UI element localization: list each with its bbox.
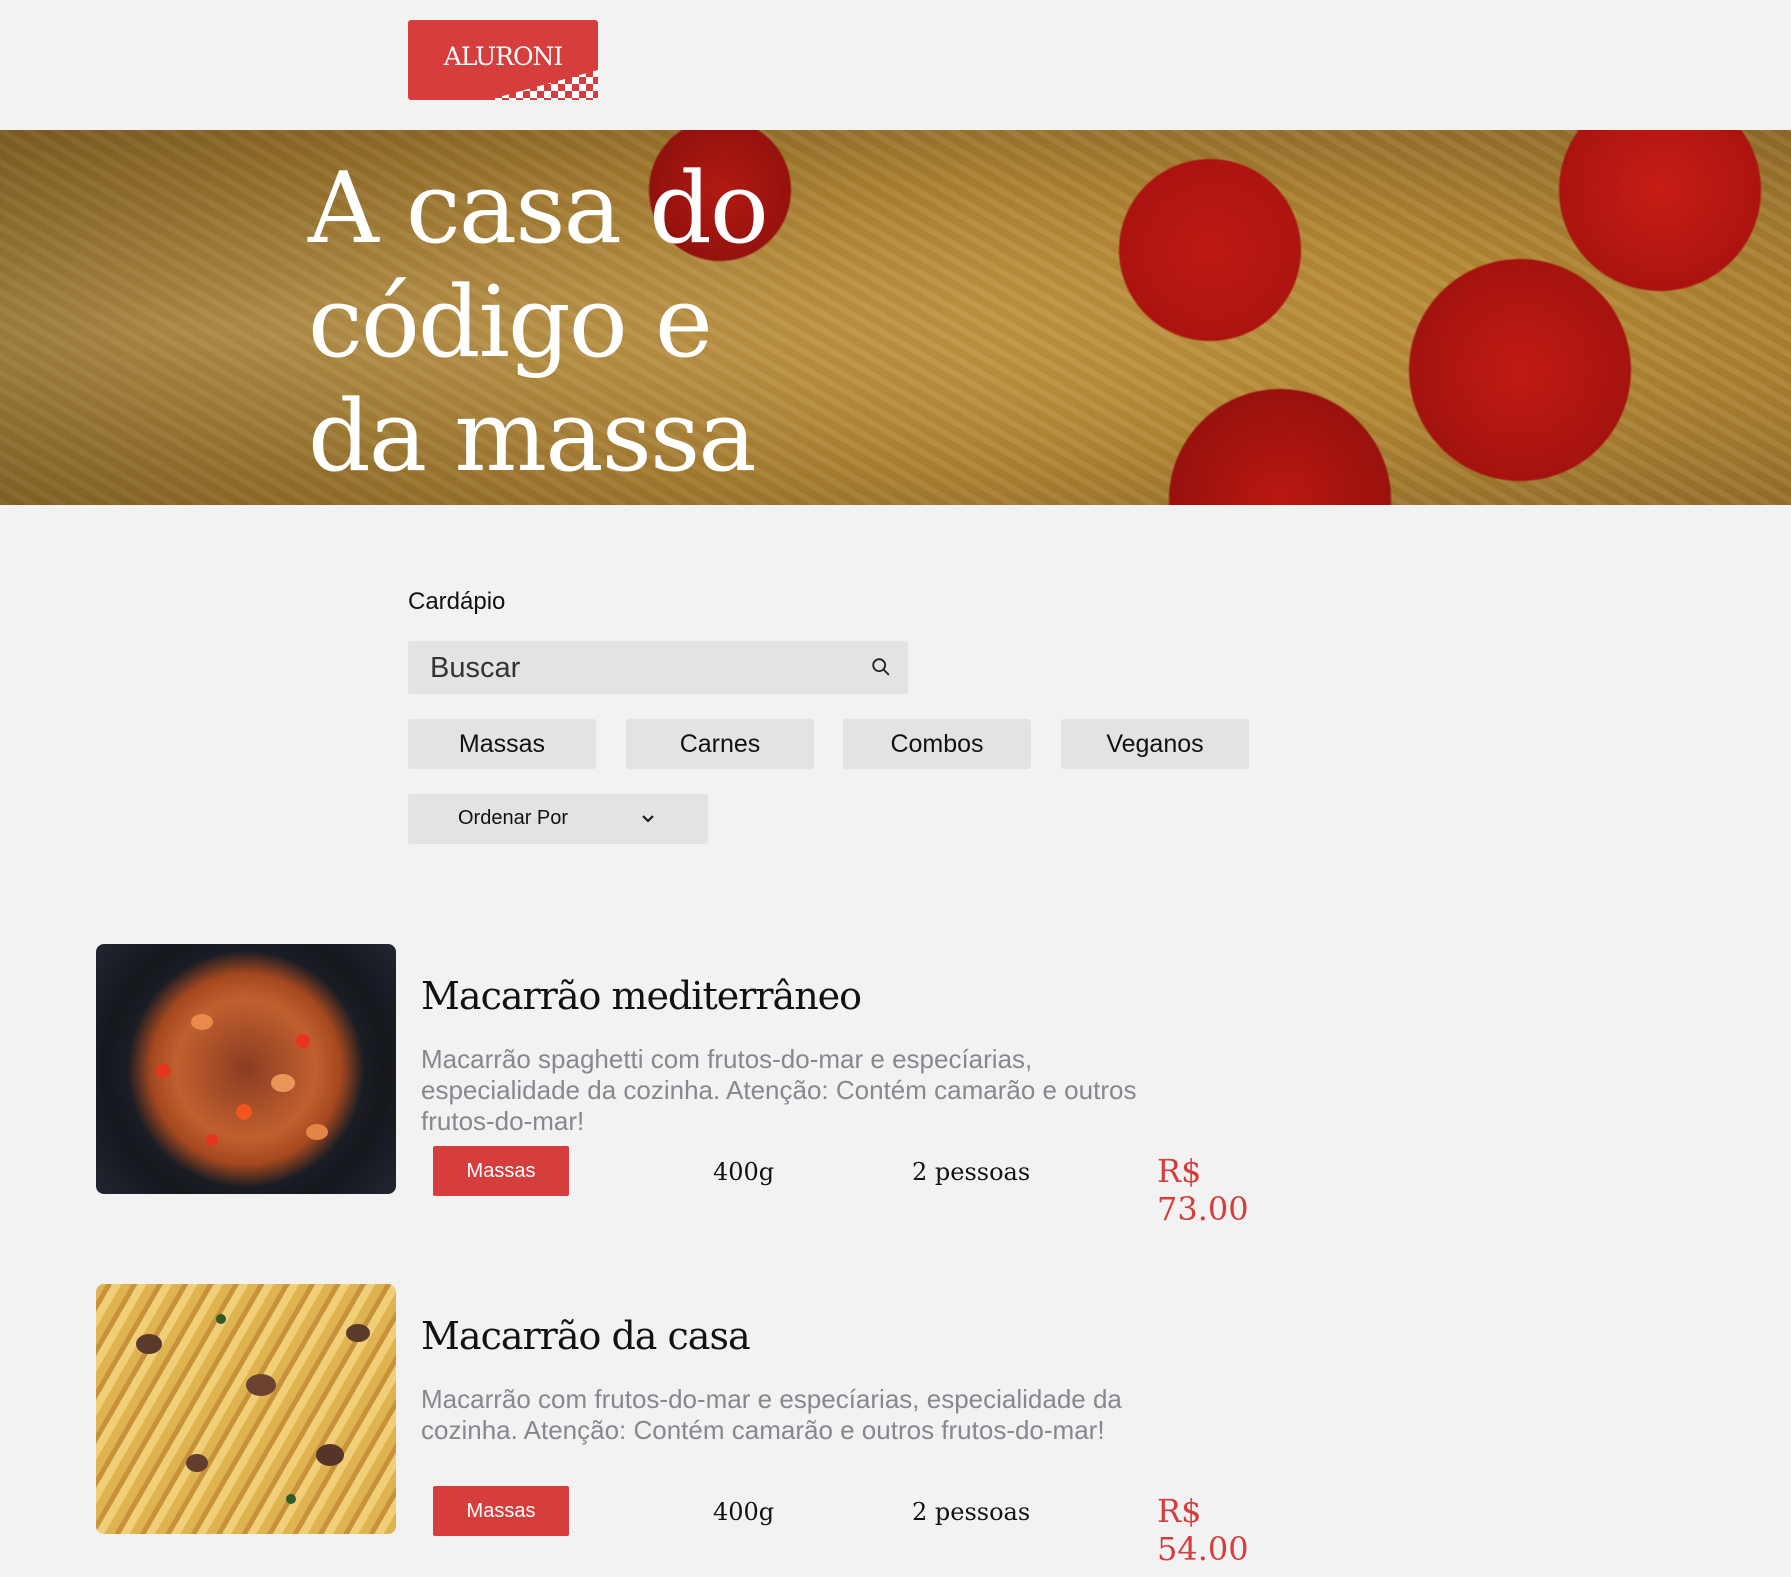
- category-carnes-button[interactable]: Carnes: [626, 719, 814, 769]
- site-header: ALURONI: [0, 0, 1791, 130]
- category-combos-button[interactable]: Combos: [843, 719, 1031, 769]
- item-servings: 2 pessoas: [912, 1158, 1031, 1186]
- menu-item-card[interactable]: Macarrão mediterrâneo Macarrão spaghetti…: [96, 944, 1296, 1228]
- sort-dropdown-label: Ordenar Por: [458, 807, 569, 829]
- search-icon[interactable]: [870, 656, 892, 678]
- item-price: R$ 54.00: [1157, 1492, 1249, 1568]
- item-servings: 2 pessoas: [912, 1498, 1031, 1526]
- item-title: Macarrão mediterrâneo: [421, 974, 862, 1018]
- category-massas-button[interactable]: Massas: [408, 719, 596, 769]
- hero-title: A casa do código e da massa: [308, 152, 769, 494]
- item-title: Macarrão da casa: [421, 1314, 751, 1358]
- hero-banner: A casa do código e da massa: [0, 130, 1791, 505]
- item-weight: 400g: [713, 1158, 775, 1186]
- sort-dropdown[interactable]: Ordenar Por: [408, 794, 708, 844]
- chevron-down-icon: [642, 815, 654, 823]
- item-category-badge: Massas: [433, 1146, 569, 1196]
- search-box: [408, 641, 908, 696]
- search-input[interactable]: [428, 641, 852, 696]
- hero-overlay: [0, 130, 1791, 505]
- dish-photo: [96, 1284, 396, 1534]
- category-veganos-button[interactable]: Veganos: [1061, 719, 1249, 769]
- menu-section-title: Cardápio: [408, 588, 506, 615]
- logo-text: ALURONI: [443, 42, 563, 71]
- menu-item-card[interactable]: Macarrão da casa Macarrão com frutos-do-…: [96, 1284, 1296, 1568]
- item-weight: 400g: [713, 1498, 775, 1526]
- item-description: Macarrão spaghetti com frutos-do-mar e e…: [421, 1044, 1137, 1136]
- item-price: R$ 73.00: [1157, 1152, 1249, 1228]
- aluroni-logo[interactable]: ALURONI: [408, 20, 598, 100]
- item-description: Macarrão com frutos-do-mar e especíarias…: [421, 1384, 1122, 1445]
- dish-photo: [96, 944, 396, 1194]
- checkered-pattern-icon: [488, 70, 598, 100]
- item-category-badge: Massas: [433, 1486, 569, 1536]
